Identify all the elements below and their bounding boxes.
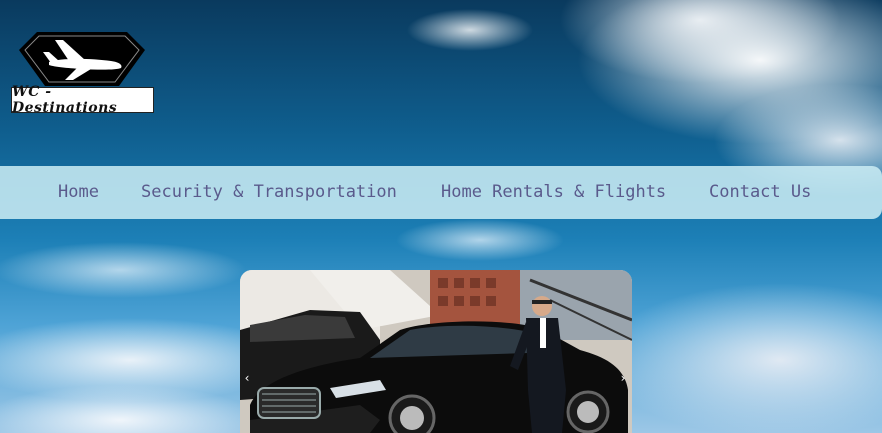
logo-plaque: WC - Destinations [11, 84, 154, 116]
main-navigation: Home Security & Transportation Home Rent… [0, 166, 882, 219]
site-logo[interactable]: WC - Destinations [11, 30, 154, 116]
nav-item-home-rentals-flights[interactable]: Home Rentals & Flights [441, 166, 666, 219]
carousel-prev-button[interactable]: ‹ [240, 370, 254, 386]
carousel-slide: ‹ › [240, 270, 632, 433]
nav-item-home[interactable]: Home [58, 166, 99, 219]
chauffeur-sedan-image [240, 270, 632, 433]
airplane-logo-icon [19, 32, 145, 86]
nav-item-security-transportation[interactable]: Security & Transportation [141, 166, 397, 219]
nav-item-contact-us[interactable]: Contact Us [709, 166, 811, 219]
carousel-next-button[interactable]: › [616, 370, 630, 386]
logo-text: WC - Destinations [12, 84, 118, 116]
